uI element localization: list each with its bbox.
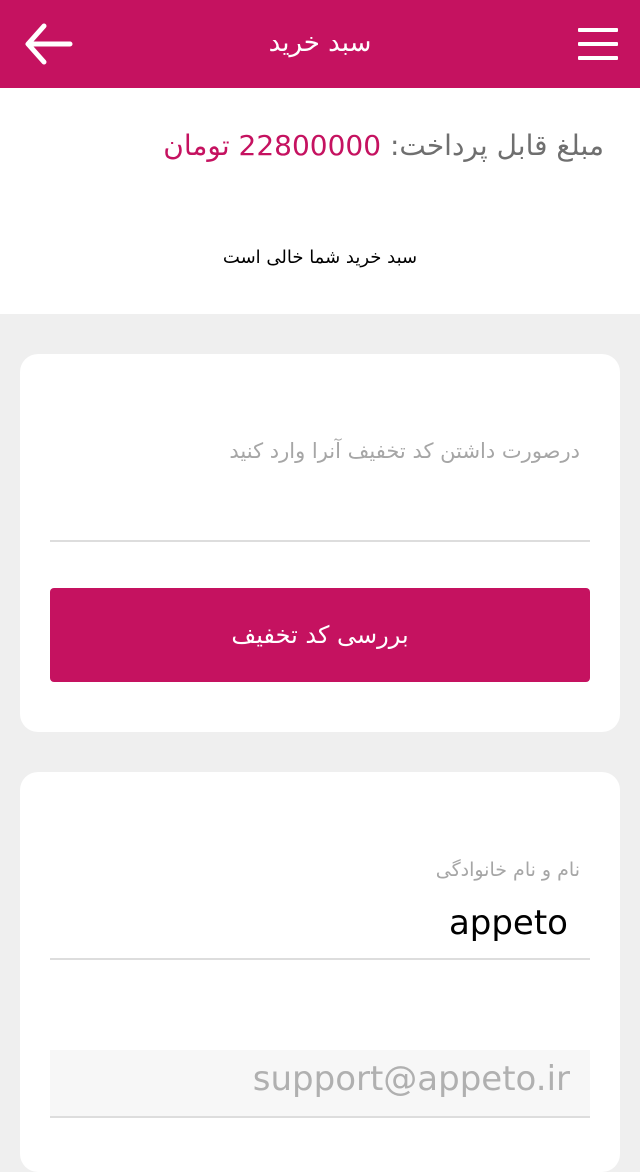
discount-input-underline: [50, 540, 590, 542]
email-underline: [50, 1116, 590, 1118]
hamburger-menu-icon: [578, 42, 618, 46]
discount-code-input[interactable]: درصورت داشتن کد تخفیف آنرا وارد کنید: [229, 436, 580, 466]
empty-cart-message: سبد خرید شما خالی است: [222, 247, 418, 268]
page-title: سبد خرید: [268, 28, 372, 58]
app-header: سبد خرید: [0, 0, 640, 88]
payable-amount-value: 22800000 تومان: [163, 129, 382, 162]
payable-amount: مبلغ قابل پرداخت: 22800000 تومان: [163, 126, 604, 166]
menu-button[interactable]: [576, 24, 620, 64]
full-name-field[interactable]: appeto: [449, 900, 568, 946]
full-name-underline: [50, 958, 590, 960]
hamburger-menu-icon: [578, 56, 618, 60]
hamburger-menu-icon: [578, 28, 618, 32]
discount-card: درصورت داشتن کد تخفیف آنرا وارد کنید برر…: [20, 354, 620, 732]
email-field[interactable]: support@appeto.ir: [253, 1056, 570, 1102]
full-name-label: نام و نام خانوادگی: [435, 859, 580, 881]
cart-summary: مبلغ قابل پرداخت: 22800000 تومان سبد خری…: [0, 88, 640, 314]
check-discount-button[interactable]: بررسی کد تخفیف: [50, 588, 590, 682]
payable-amount-label: مبلغ قابل پرداخت:: [389, 129, 604, 162]
customer-info-card: نام و نام خانوادگی appeto support@appeto…: [20, 772, 620, 1172]
